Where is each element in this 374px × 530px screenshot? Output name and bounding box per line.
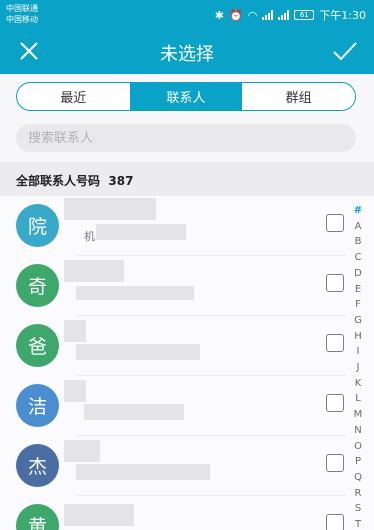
contact-row[interactable]: 杰 — [0, 436, 374, 496]
check-icon — [333, 42, 357, 61]
contact-checkbox[interactable] — [326, 394, 344, 412]
signal-icon — [262, 10, 274, 20]
index-letter[interactable]: I — [357, 344, 360, 360]
bluetooth-icon: ✱ — [214, 8, 224, 22]
avatar: 洁 — [16, 384, 59, 427]
redacted-number — [76, 286, 194, 300]
signal-2-icon — [278, 10, 290, 20]
tab-contacts[interactable]: 联系人 — [129, 83, 243, 110]
contact-checkbox[interactable] — [326, 274, 344, 292]
contact-snippet: 机 — [84, 230, 95, 243]
index-letter[interactable]: S — [355, 501, 361, 517]
redacted-number — [84, 404, 184, 420]
alarm-icon: ⏰ — [228, 8, 243, 22]
index-letter[interactable]: K — [355, 376, 362, 392]
contact-row[interactable]: 黄 — [0, 496, 374, 530]
index-letter[interactable]: F — [355, 297, 361, 313]
alphabet-index[interactable]: # A B C D E F G H I J K L M N O P Q R S … — [351, 203, 365, 530]
avatar: 黄 — [16, 504, 59, 530]
index-letter[interactable]: E — [355, 282, 361, 298]
tab-bar: 最近 联系人 群组 — [16, 82, 356, 111]
index-letter[interactable]: R — [355, 486, 362, 502]
redacted-name — [64, 260, 124, 282]
contact-row[interactable]: 奇 — [0, 256, 374, 316]
contact-checkbox[interactable] — [326, 454, 344, 472]
carrier-1-label: 中国联通 — [6, 4, 38, 13]
app-header: 未选择 — [0, 30, 374, 74]
wifi-icon: ◠ — [247, 8, 258, 22]
index-letter[interactable]: D — [354, 266, 362, 282]
avatar: 奇 — [16, 264, 59, 307]
redacted-number — [76, 464, 210, 480]
status-bar: 中国联通 中国移动 ✱ ⏰ ◠ 61 下午1:30 — [0, 0, 374, 30]
battery-icon: 61 — [294, 10, 315, 20]
contact-row[interactable]: 院 机 — [0, 196, 374, 256]
redacted-name — [64, 380, 86, 402]
index-letter[interactable]: P — [355, 454, 361, 470]
index-letter[interactable]: B — [355, 234, 362, 250]
search-input[interactable] — [16, 124, 356, 152]
redacted-name — [64, 504, 134, 526]
index-letter[interactable]: C — [355, 250, 362, 266]
carrier-2-label: 中国移动 — [6, 15, 38, 24]
index-letter[interactable]: H — [354, 329, 362, 345]
index-letter[interactable]: N — [354, 423, 361, 439]
index-letter[interactable]: A — [355, 219, 362, 235]
redacted-number — [76, 344, 200, 360]
index-letter[interactable]: M — [354, 407, 363, 423]
avatar: 爸 — [16, 324, 59, 367]
index-letter[interactable]: Q — [354, 470, 362, 486]
index-letter[interactable]: O — [354, 439, 362, 455]
contact-row[interactable]: 洁 — [0, 376, 374, 436]
tab-groups[interactable]: 群组 — [242, 83, 355, 110]
list-header: 全部联系人号码 387 — [0, 162, 374, 196]
carrier-info: 中国联通 中国移动 — [6, 3, 38, 25]
contact-list: 院 机 奇 爸 洁 杰 黄 — [0, 196, 374, 530]
contact-checkbox[interactable] — [326, 334, 344, 352]
list-header-text: 全部联系人号码 — [16, 174, 101, 188]
index-letter[interactable]: L — [355, 391, 361, 407]
avatar: 院 — [16, 204, 59, 247]
redacted-name — [64, 198, 156, 220]
index-letter[interactable]: J — [357, 360, 360, 376]
redacted-name — [64, 440, 100, 462]
status-time: 下午1:30 — [319, 9, 366, 22]
index-letter[interactable]: # — [354, 203, 362, 219]
contact-count: 387 — [108, 174, 134, 188]
redacted-number — [96, 224, 186, 240]
page-title: 未选择 — [160, 44, 214, 65]
tab-recent[interactable]: 最近 — [17, 83, 130, 110]
confirm-button[interactable] — [330, 38, 360, 66]
contact-checkbox[interactable] — [326, 514, 344, 530]
contact-checkbox[interactable] — [326, 214, 344, 232]
list-header-label: 全部联系人号码 387 — [16, 172, 133, 189]
avatar: 杰 — [16, 444, 59, 487]
index-letter[interactable]: T — [355, 517, 361, 530]
redacted-name — [64, 320, 86, 342]
status-icons: ✱ ⏰ ◠ 61 下午1:30 — [215, 7, 366, 23]
index-letter[interactable]: G — [354, 313, 362, 329]
contact-row[interactable]: 爸 — [0, 316, 374, 376]
